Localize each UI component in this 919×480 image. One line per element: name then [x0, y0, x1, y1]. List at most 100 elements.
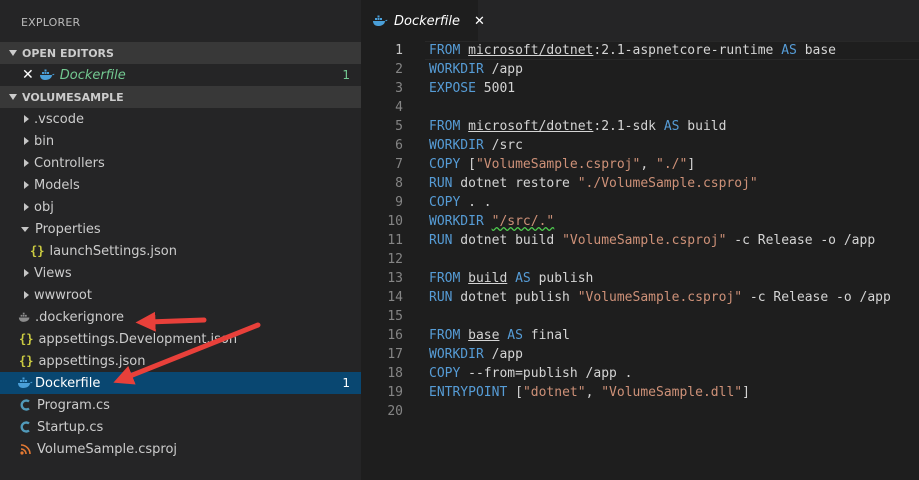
line-number: 9	[395, 195, 403, 210]
editor-tab-bar: Dockerfile ✕	[361, 0, 919, 42]
keyword-token: COPY	[429, 157, 461, 172]
code-line[interactable]: 14 RUN dotnet publish "VolumeSample.cspro…	[361, 288, 919, 307]
file-dockerfile[interactable]: Dockerfile 1	[0, 372, 361, 394]
code-line[interactable]: 9 COPY . .	[361, 193, 919, 212]
folder-vscode[interactable]: .vscode	[0, 108, 361, 130]
chevron-right-icon	[24, 269, 29, 277]
text-token: ]	[687, 157, 696, 172]
keyword-token: WORKDIR	[429, 62, 484, 77]
code-line[interactable]: 2 WORKDIR /app	[361, 60, 919, 79]
close-icon[interactable]: ✕	[474, 14, 485, 29]
code-line[interactable]: 19 ENTRYPOINT ["dotnet", "VolumeSample.dl…	[361, 383, 919, 402]
folder-wwwroot[interactable]: wwwroot	[0, 284, 361, 306]
keyword-token: FROM	[429, 271, 461, 286]
keyword-token: AS	[663, 119, 680, 134]
line-number: 3	[395, 81, 403, 96]
file-launchsettings[interactable]: {} launchSettings.json	[0, 240, 361, 262]
json-braces-icon: {}	[19, 332, 34, 346]
folder-views[interactable]: Views	[0, 262, 361, 284]
chevron-down-icon	[9, 94, 17, 100]
file-label: appsettings.Development.json	[38, 331, 238, 347]
code-text: COPY . .	[429, 193, 492, 212]
code-line[interactable]: 3 EXPOSE 5001	[361, 79, 919, 98]
csharp-icon	[18, 397, 34, 413]
code-line[interactable]: 7 COPY ["VolumeSample.csproj", "./"]	[361, 155, 919, 174]
chevron-down-icon	[21, 226, 29, 232]
text-token: dotnet build	[452, 233, 563, 248]
file-appsettings-development[interactable]: {} appsettings.Development.json	[0, 328, 361, 350]
folder-bin[interactable]: bin	[0, 130, 361, 152]
code-text: WORKDIR "/src/."	[429, 212, 554, 231]
code-line[interactable]: 1 FROM microsoft/dotnet:2.1-aspnetcore-ru…	[361, 41, 919, 60]
chevron-right-icon	[24, 291, 29, 299]
folder-obj[interactable]: obj	[0, 196, 361, 218]
folder-controllers[interactable]: Controllers	[0, 152, 361, 174]
docker-whale-icon	[17, 309, 33, 325]
open-editor-dockerfile[interactable]: ✕ Dockerfile 1	[0, 64, 361, 86]
code-line[interactable]: 5 FROM microsoft/dotnet:2.1-sdk AS build	[361, 117, 919, 136]
code-text: EXPOSE 5001	[429, 79, 515, 98]
text-token: build	[468, 271, 508, 286]
file-startup-cs[interactable]: Startup.cs	[0, 416, 361, 438]
text-token: --from=publish /app .	[460, 366, 633, 381]
text-token: dotnet restore	[452, 176, 578, 191]
text-token: build	[679, 119, 727, 134]
line-number: 15	[387, 309, 403, 324]
code-line[interactable]: 15	[361, 307, 919, 326]
line-number: 2	[395, 62, 403, 77]
file-csproj[interactable]: VolumeSample.csproj	[0, 438, 361, 460]
text-token: microsoft/dotnet	[468, 43, 594, 58]
text-token: -c Release -o /app	[742, 290, 891, 305]
keyword-token: EXPOSE	[429, 81, 476, 96]
code-line[interactable]: 4	[361, 98, 919, 117]
code-editor[interactable]: 1 FROM microsoft/dotnet:2.1-aspnetcore-ru…	[361, 41, 919, 480]
code-text: COPY --from=publish /app .	[429, 364, 633, 383]
line-number: 4	[395, 100, 403, 115]
file-dockerignore[interactable]: .dockerignore	[0, 306, 361, 328]
text-token: base	[796, 43, 837, 58]
tab-dockerfile[interactable]: Dockerfile ✕	[361, 0, 485, 42]
project-folder-label: VOLUMESAMPLE	[22, 90, 124, 104]
code-line[interactable]: 8 RUN dotnet restore "./VolumeSample.cspr…	[361, 174, 919, 193]
keyword-token: WORKDIR	[429, 347, 484, 362]
code-line[interactable]: 11 RUN dotnet build "VolumeSample.csproj"…	[361, 231, 919, 250]
line-number: 1	[395, 43, 403, 58]
code-line[interactable]: 16 FROM base AS final	[361, 326, 919, 345]
code-line[interactable]: 18 COPY --from=publish /app .	[361, 364, 919, 383]
folder-properties[interactable]: Properties	[0, 218, 361, 240]
text-token: /app	[483, 62, 523, 77]
line-number: 20	[387, 404, 403, 419]
code-text: RUN dotnet restore "./VolumeSample.cspro…	[429, 174, 758, 193]
file-program-cs[interactable]: Program.cs	[0, 394, 361, 416]
open-editors-header[interactable]: OPEN EDITORS	[0, 42, 361, 64]
code-line[interactable]: 12	[361, 250, 919, 269]
code-line[interactable]: 13 FROM build AS publish	[361, 269, 919, 288]
project-folder-header[interactable]: VOLUMESAMPLE	[0, 86, 361, 108]
string-token: "./"	[656, 157, 688, 172]
file-appsettings[interactable]: {} appsettings.json	[0, 350, 361, 372]
close-icon[interactable]: ✕	[22, 67, 34, 83]
code-line[interactable]: 17 WORKDIR /app	[361, 345, 919, 364]
text-token: :2.1-aspnetcore-runtime	[593, 43, 782, 58]
explorer-title: EXPLORER	[21, 16, 81, 29]
code-line[interactable]: 20	[361, 402, 919, 421]
code-line[interactable]: 10 WORKDIR "/src/."	[361, 212, 919, 231]
text-token: dotnet publish	[452, 290, 578, 305]
keyword-token: FROM	[429, 119, 461, 134]
line-number: 10	[387, 214, 403, 229]
string-token: "VolumeSample.csproj"	[562, 233, 727, 248]
code-line[interactable]: 6 WORKDIR /src	[361, 136, 919, 155]
code-text: FROM microsoft/dotnet:2.1-sdk AS build	[429, 117, 726, 136]
problem-count-badge: 1	[342, 68, 350, 82]
text-token: . .	[460, 195, 492, 210]
tab-label: Dockerfile	[394, 13, 460, 29]
text-token: ,	[585, 385, 602, 400]
chevron-right-icon	[24, 203, 29, 211]
text-token: 5001	[475, 81, 516, 96]
folder-label: .vscode	[34, 111, 84, 127]
folder-models[interactable]: Models	[0, 174, 361, 196]
code-text: RUN dotnet build "VolumeSample.csproj" -…	[429, 231, 875, 250]
text-token: publish	[530, 271, 594, 286]
